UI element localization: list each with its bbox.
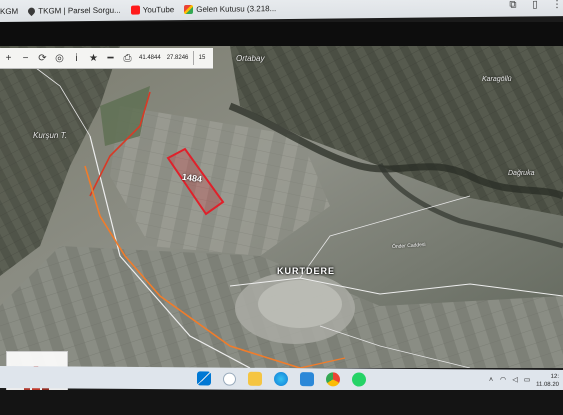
gmail-label: Gelen Kutusu (3.218... [196,3,277,14]
refresh-icon[interactable]: ⟳ [34,49,51,67]
bookmark-tkgm[interactable]: TKGM | Parsel Sorgu... [26,5,121,16]
star-icon[interactable]: ★ [85,49,102,67]
clock[interactable]: 12: 11.08.20 [536,373,559,389]
search-icon[interactable] [223,372,236,386]
kgm-label: KGM [0,6,19,16]
zoom-in-button[interactable]: + [0,49,17,67]
location-pin-icon [26,5,37,16]
bookmark-kgm[interactable]: KGM [0,6,18,15]
zoom-level: 15 [193,51,210,65]
menu-icon[interactable]: ⋮ [551,0,563,11]
store-icon[interactable] [300,372,314,387]
battery-icon[interactable]: ▭ [523,377,531,385]
place-label-dagruka: Dağruka [508,170,535,177]
windows-start-icon[interactable] [197,371,211,386]
target-icon[interactable]: ◎ [51,49,68,67]
latitude-readout: 41.4844 [139,55,161,61]
edge-icon[interactable] [274,371,288,387]
info-icon[interactable]: ⅰ [68,49,85,67]
map-imagery [0,46,563,368]
sidepanel-icon[interactable]: ▯ [529,0,541,11]
bookmarks-bar: KGM TKGM | Parsel Sorgu... YouTube Gelen… [0,0,563,23]
volume-icon[interactable]: ◁ [511,377,519,385]
tkgm-label: TKGM | Parsel Sorgu... [38,5,121,16]
screen-bezel-bottom [0,390,563,415]
system-tray: ˄ ◠ ◁ ▭ 12: 11.08.20 [483,372,559,389]
village-label-kurtdere: KURTDERE [277,266,336,276]
taskbar: ˄ ◠ ◁ ▭ 12: 11.08.20 [0,366,563,392]
extensions-icon[interactable]: ⧉ [507,0,519,12]
longitude-readout: 27.8246 [166,55,189,61]
chrome-icon[interactable] [326,372,340,387]
zoom-out-button[interactable]: − [17,49,34,67]
monitor-screen: KGM TKGM | Parsel Sorgu... YouTube Gelen… [0,0,563,415]
satellite-map[interactable] [0,46,563,368]
measure-icon[interactable]: ━ [102,49,119,67]
gmail-icon [184,4,194,14]
clock-time: 12: [550,373,559,380]
print-icon[interactable]: ⎙ [119,49,136,67]
map-toolbar: + − ⟳ ◎ ⅰ ★ ━ ⎙ 41.4844 27.8246 15 [0,48,213,69]
whatsapp-icon[interactable] [352,372,366,387]
bookmark-youtube[interactable]: YouTube [130,4,175,15]
chevron-up-icon[interactable]: ˄ [487,376,495,384]
place-label-ortabay: Ortabay [236,54,265,63]
place-label-karagollu: Karagöllü [482,76,512,83]
wifi-icon[interactable]: ◠ [499,377,507,385]
screen-bezel-top [0,22,563,48]
youtube-label: YouTube [142,4,175,15]
place-label-kursun: Kurşun T. [33,131,67,140]
youtube-icon [130,5,140,15]
bookmark-gmail[interactable]: Gelen Kutusu (3.218... [184,4,276,14]
file-explorer-icon[interactable] [248,371,262,386]
clock-date: 11.08.20 [536,381,559,388]
